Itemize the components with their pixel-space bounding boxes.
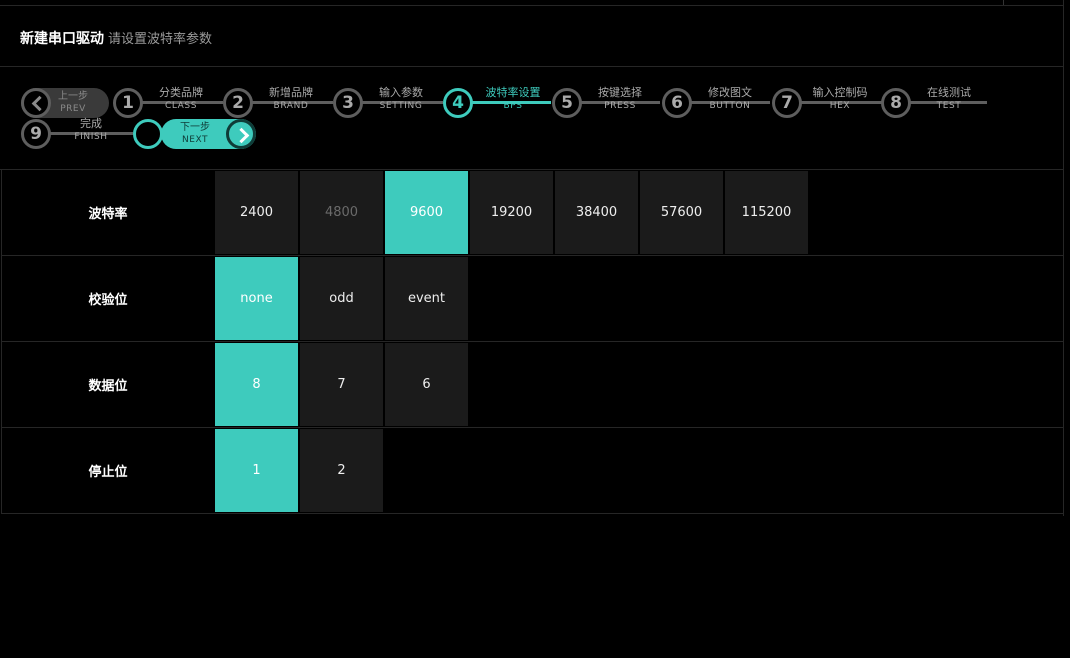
step-label: 按键选择 PRESS: [582, 86, 658, 113]
next-label: 下一步 NEXT: [175, 122, 215, 146]
step-label-en: TEST: [936, 101, 962, 111]
baud-option[interactable]: 2400: [215, 171, 298, 254]
databits-option[interactable]: 7: [300, 343, 383, 426]
step-label-en: BPS: [503, 101, 523, 111]
step-number: 5: [552, 88, 582, 118]
step-label-cn: 完成: [80, 117, 102, 130]
header-divider: [0, 66, 1064, 67]
step-label: 波特率设置 BPS: [473, 86, 553, 113]
step-label-cn: 波特率设置: [485, 86, 541, 99]
parity-option[interactable]: event: [385, 257, 468, 340]
step-label-cn: 在线测试: [927, 86, 971, 99]
databits-option[interactable]: 8: [215, 343, 298, 426]
parity-option[interactable]: none: [215, 257, 298, 340]
prev-button[interactable]: 上一步 PREV: [21, 88, 109, 118]
prev-label-cn: 上一步: [58, 91, 88, 102]
chevron-left-icon: [21, 88, 51, 118]
step-label-cn: 新增品牌: [269, 86, 313, 99]
step-label: 分类品牌 CLASS: [143, 86, 219, 113]
step-number: 3: [333, 88, 363, 118]
chevron-right-icon: [226, 119, 256, 149]
page-header: 新建串口驱动 请设置波特率参数: [20, 28, 212, 48]
step-label-cn: 分类品牌: [159, 86, 203, 99]
stop-bits-row: 停止位 12: [1, 428, 1064, 514]
parity-label: 校验位: [88, 293, 128, 308]
page-title: 新建串口驱动: [20, 31, 104, 47]
parity-option[interactable]: odd: [300, 257, 383, 340]
parity-row: 校验位 none odd event: [1, 256, 1064, 342]
step-label-en: CLASS: [164, 101, 198, 111]
step-label-cn: 修改图文: [708, 86, 752, 99]
next-button[interactable]: 下一步 NEXT: [133, 119, 256, 149]
baud-option[interactable]: 115200: [725, 171, 808, 254]
step-label-cn: 输入控制码: [812, 86, 868, 99]
baud-option[interactable]: 9600: [385, 171, 468, 254]
next-step-ring: [133, 119, 163, 149]
baud-rate-label: 波特率: [88, 207, 128, 222]
step-label-en: SETTING: [379, 101, 423, 111]
data-bits-label: 数据位: [88, 379, 128, 394]
step-label-cn: 按键选择: [598, 86, 642, 99]
prev-label-en: PREV: [60, 104, 86, 114]
baud-option[interactable]: 19200: [470, 171, 553, 254]
step-label: 新增品牌 BRAND: [253, 86, 329, 113]
step-label: 完成 FINISH: [53, 117, 129, 144]
serial-settings: 波特率 2400 4800 9600 19200 38400 57600 115200 校验…: [1, 170, 1064, 514]
baud-option[interactable]: 57600: [640, 171, 723, 254]
step-wizard: 上一步 PREV 1 分类品牌 CLASS 2 新增品牌 BRAND 3 输入参…: [0, 80, 1064, 160]
step-number: 2: [223, 88, 253, 118]
step-label: 输入参数 SETTING: [363, 86, 439, 113]
step-number: 7: [772, 88, 802, 118]
step-number: 8: [881, 88, 911, 118]
next-pill: 下一步 NEXT: [161, 119, 256, 149]
step-label-en: BUTTON: [709, 101, 751, 111]
baud-rate-row: 波特率 2400 4800 9600 19200 38400 57600 115200: [1, 170, 1064, 256]
baud-rate-options: 2400 4800 9600 19200 38400 57600 115200: [215, 171, 810, 254]
page-subtitle: 请设置波特率参数: [108, 32, 213, 47]
top-divider: [0, 5, 1064, 6]
step-label: 在线测试 TEST: [911, 86, 987, 113]
step-number: 1: [113, 88, 143, 118]
next-label-cn: 下一步: [180, 122, 210, 133]
step-label: 输入控制码 HEX: [802, 86, 878, 113]
parity-options: none odd event: [215, 257, 470, 340]
step-number: 9: [21, 119, 51, 149]
stop-bits-label: 停止位: [88, 465, 128, 480]
data-bits-options: 876: [215, 343, 470, 426]
stop-bits-options: 12: [215, 429, 385, 512]
stopbits-option[interactable]: 1: [215, 429, 298, 512]
baud-option[interactable]: 38400: [555, 171, 638, 254]
data-bits-row: 数据位 876: [1, 342, 1064, 428]
step-number: 4: [443, 88, 473, 118]
top-tick: [1003, 0, 1004, 5]
step-label-en: BRAND: [273, 101, 309, 111]
step-number: 6: [662, 88, 692, 118]
step-label-en: FINISH: [74, 132, 108, 142]
stopbits-option[interactable]: 2: [300, 429, 383, 512]
step-label-cn: 输入参数: [379, 86, 423, 99]
step-label: 修改图文 BUTTON: [692, 86, 768, 113]
step-label-en: PRESS: [604, 101, 636, 111]
next-label-en: NEXT: [182, 135, 208, 145]
prev-label: 上一步 PREV: [53, 91, 93, 115]
step-label-en: HEX: [829, 101, 851, 111]
databits-option[interactable]: 6: [385, 343, 468, 426]
baud-option: 4800: [300, 171, 383, 254]
